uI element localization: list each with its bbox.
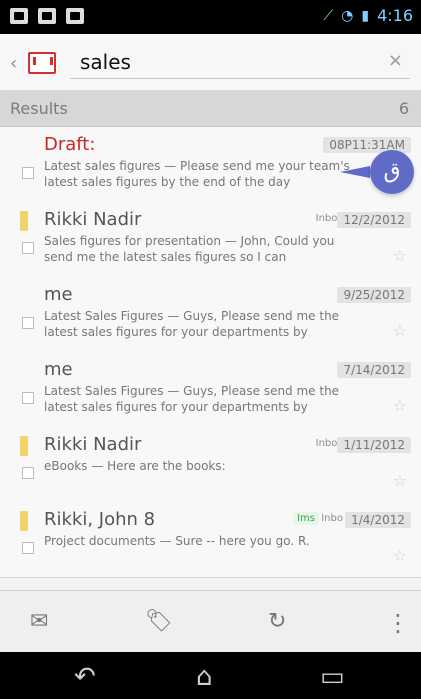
more-options-icon[interactable]: ⋮ bbox=[386, 609, 410, 637]
gmail-logo-icon bbox=[28, 52, 56, 74]
email-sender: Rikki Nadir bbox=[44, 434, 142, 455]
importance-marker-icon bbox=[20, 436, 28, 456]
search-header: ‹ sales × bbox=[0, 34, 421, 91]
clear-search-icon[interactable]: × bbox=[388, 50, 403, 71]
email-row[interactable]: Rikki Nadir Inbox 12/2/2012 Sales figure… bbox=[0, 202, 421, 278]
back-chevron-icon[interactable]: ‹ bbox=[10, 53, 17, 74]
refresh-icon[interactable]: ↻ bbox=[268, 609, 286, 634]
wifi-icon: ◔ bbox=[341, 7, 354, 24]
status-bar: ⟋ ◔ ▮ 4:16 bbox=[0, 0, 421, 34]
email-row[interactable]: Rikki Nadir Inbox 1/11/2012 eBooks — Her… bbox=[0, 427, 421, 503]
star-icon[interactable]: ☆ bbox=[393, 546, 407, 565]
select-checkbox[interactable] bbox=[22, 392, 34, 404]
email-date: 1/4/2012 bbox=[345, 512, 411, 528]
select-checkbox[interactable] bbox=[22, 467, 34, 479]
email-snippet: Latest Sales Figures — Guys, Please send… bbox=[44, 384, 340, 414]
thread-tag: Ims bbox=[293, 512, 319, 525]
select-checkbox[interactable] bbox=[22, 242, 34, 254]
status-time: 4:16 bbox=[377, 6, 413, 25]
results-label: Results bbox=[10, 99, 68, 118]
search-query[interactable]: sales bbox=[80, 50, 131, 74]
select-checkbox[interactable] bbox=[22, 317, 34, 329]
status-right-icons: ⟋ ◔ ▮ 4:16 bbox=[323, 6, 413, 25]
email-row[interactable]: Draft: 08P11:31AM Latest sales figures —… bbox=[0, 127, 421, 203]
bottom-toolbar: ✉ 🏷 ↻ ⋮ bbox=[0, 590, 421, 653]
email-sender: me bbox=[44, 284, 73, 305]
importance-marker-icon bbox=[20, 211, 28, 231]
email-snippet: Latest sales figures — Please send me yo… bbox=[44, 159, 350, 189]
results-count: 6 bbox=[398, 99, 409, 118]
email-date: 1/11/2012 bbox=[337, 437, 411, 453]
signal-icon: ⟋ bbox=[323, 7, 334, 24]
star-icon[interactable]: ☆ bbox=[393, 246, 407, 265]
email-sender: Draft: bbox=[44, 134, 96, 155]
battery-icon: ▮ bbox=[361, 7, 370, 24]
email-sender: Rikki, John 8 bbox=[44, 509, 156, 530]
select-checkbox[interactable] bbox=[22, 542, 34, 554]
star-icon[interactable]: ☆ bbox=[393, 396, 407, 415]
notification-icon bbox=[38, 8, 56, 24]
home-icon[interactable]: ⌂ bbox=[196, 662, 213, 692]
email-date: 12/2/2012 bbox=[337, 212, 411, 228]
email-snippet: Latest Sales Figures — Guys, Please send… bbox=[44, 309, 340, 339]
navigation-bar: ↶ ⌂ ▭ bbox=[0, 652, 421, 699]
compose-mail-icon[interactable]: ✉ bbox=[30, 609, 48, 634]
email-row[interactable]: me 7/14/2012 Latest Sales Figures — Guys… bbox=[0, 352, 421, 428]
email-sender: me bbox=[44, 359, 73, 380]
email-snippet: Project documents — Sure -- here you go.… bbox=[44, 534, 310, 548]
email-date: 9/25/2012 bbox=[337, 287, 411, 303]
status-left-icons bbox=[10, 8, 84, 24]
notification-icon bbox=[66, 8, 84, 24]
callout-icon: ق bbox=[370, 150, 414, 194]
email-snippet: eBooks — Here are the books: bbox=[44, 459, 226, 473]
star-icon[interactable]: ☆ bbox=[393, 321, 407, 340]
labels-icon[interactable]: 🏷 bbox=[145, 609, 173, 634]
email-row[interactable]: Rikki, John 8 Ims Inbo 1/4/2012 Project … bbox=[0, 502, 421, 578]
star-icon[interactable]: ☆ bbox=[393, 471, 407, 490]
search-underline bbox=[70, 78, 410, 79]
select-checkbox[interactable] bbox=[22, 167, 34, 179]
email-row[interactable]: me 9/25/2012 Latest Sales Figures — Guys… bbox=[0, 277, 421, 353]
notification-icon bbox=[10, 8, 28, 24]
email-snippet: Sales figures for presentation — John, C… bbox=[44, 234, 335, 264]
importance-marker-icon bbox=[20, 511, 28, 531]
recent-apps-icon[interactable]: ▭ bbox=[320, 662, 345, 692]
email-sender: Rikki Nadir bbox=[44, 209, 142, 230]
email-list: Draft: 08P11:31AM Latest sales figures —… bbox=[0, 127, 421, 587]
inbox-label: Inbo bbox=[321, 513, 343, 524]
results-header: Results 6 bbox=[0, 90, 421, 127]
email-date: 7/14/2012 bbox=[337, 362, 411, 378]
back-icon[interactable]: ↶ bbox=[74, 662, 96, 692]
